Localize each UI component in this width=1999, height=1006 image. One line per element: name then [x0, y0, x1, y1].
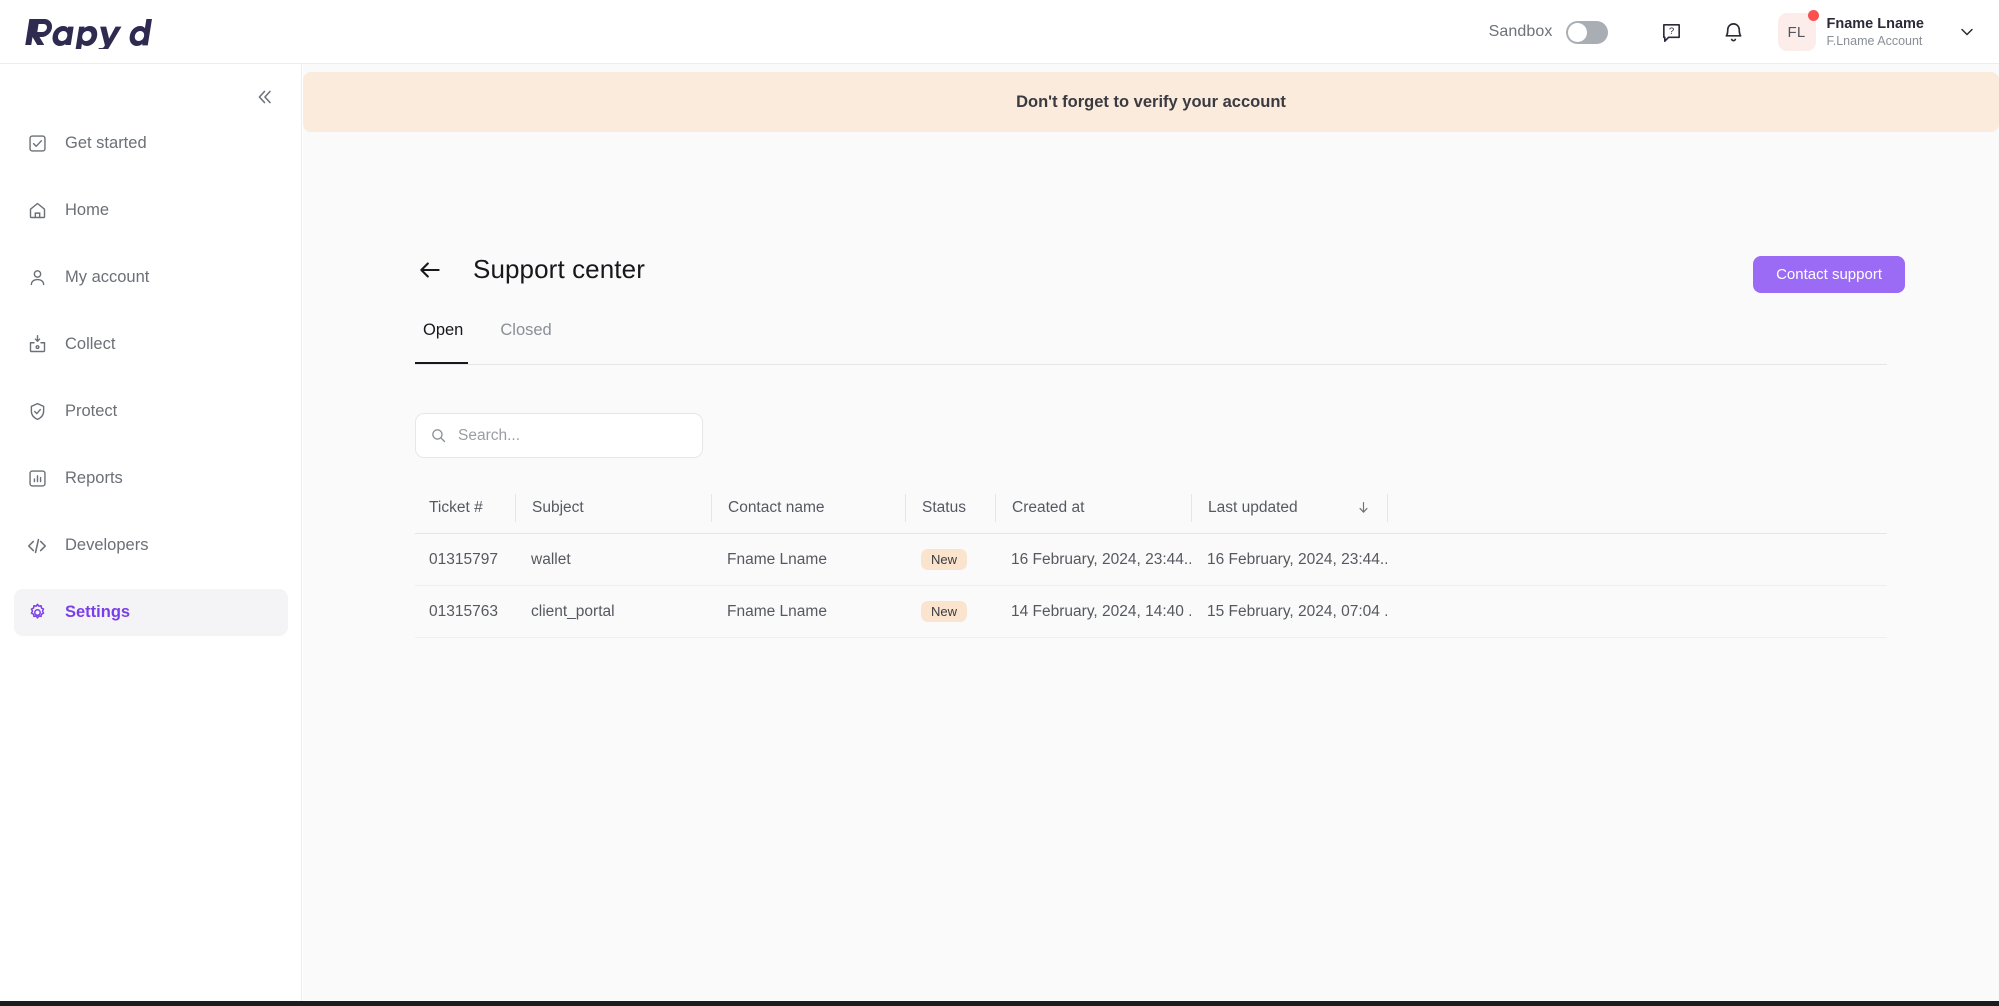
status-badge: New	[921, 601, 967, 622]
table-header-row: Ticket # Subject Contact name Status Cre…	[415, 482, 1887, 534]
sidebar-item-my-account[interactable]: My account	[14, 254, 288, 301]
arrow-down-icon[interactable]	[1356, 500, 1371, 515]
column-header-subject[interactable]: Subject	[515, 494, 711, 522]
main-content: Don't forget to verify your account Supp…	[303, 64, 1999, 1000]
cell-status: New	[905, 601, 995, 622]
notifications-button[interactable]	[1716, 14, 1752, 50]
cell-ticket: 01315763	[415, 603, 515, 621]
status-badge: New	[921, 549, 967, 570]
sidebar-item-label: Protect	[65, 402, 117, 421]
column-header-ticket[interactable]: Ticket #	[415, 494, 515, 522]
person-icon	[26, 267, 48, 289]
sidebar-item-protect[interactable]: Protect	[14, 388, 288, 435]
column-header-last-updated-label: Last updated	[1208, 499, 1298, 517]
sandbox-toggle[interactable]	[1566, 21, 1608, 44]
avatar-wrapper: FL	[1778, 13, 1816, 51]
sidebar-item-developers[interactable]: Developers	[14, 522, 288, 569]
rapyd-logo[interactable]	[18, 15, 158, 49]
sandbox-toggle-group[interactable]: Sandbox	[1489, 21, 1608, 44]
contact-support-button[interactable]: Contact support	[1753, 256, 1905, 293]
search-box[interactable]	[415, 413, 703, 458]
cell-contact-name: Fname Lname	[711, 603, 905, 621]
code-brackets-icon	[26, 535, 48, 557]
search-input[interactable]	[458, 427, 688, 445]
help-button[interactable]: ?	[1654, 14, 1690, 50]
column-header-contact-name[interactable]: Contact name	[711, 494, 905, 522]
bar-chart-icon	[26, 468, 48, 490]
toggle-knob	[1568, 23, 1587, 42]
tab-closed[interactable]: Closed	[482, 318, 570, 364]
cell-contact-name: Fname Lname	[711, 551, 905, 569]
page-header: Support center	[415, 254, 645, 285]
sandbox-label: Sandbox	[1489, 23, 1553, 41]
cell-ticket: 01315797	[415, 551, 515, 569]
profile-name: Fname Lname	[1827, 15, 1925, 33]
banner-text: Don't forget to verify your account	[1016, 93, 1286, 112]
cell-status: New	[905, 549, 995, 570]
tab-open[interactable]: Open	[415, 318, 482, 364]
profile-menu[interactable]: FL Fname Lname F.Lname Account	[1778, 13, 1978, 51]
notification-dot	[1808, 10, 1819, 21]
shield-check-icon	[26, 401, 48, 423]
sidebar-item-settings[interactable]: Settings	[14, 589, 288, 636]
sidebar-nav: Get started Home My ac	[0, 120, 302, 656]
sidebar: Get started Home My ac	[0, 64, 302, 1006]
sidebar-item-label: Collect	[65, 335, 115, 354]
sidebar-item-label: Home	[65, 201, 109, 220]
profile-text: Fname Lname F.Lname Account	[1827, 15, 1925, 50]
search-icon	[430, 427, 447, 444]
cell-created-at: 16 February, 2024, 23:44...	[995, 551, 1191, 569]
sidebar-item-label: Reports	[65, 469, 123, 488]
collect-inbox-icon	[26, 334, 48, 356]
table-row[interactable]: 01315797 wallet Fname Lname New 16 Febru…	[415, 534, 1887, 586]
sidebar-item-home[interactable]: Home	[14, 187, 288, 234]
app-root: Sandbox ? FL	[0, 0, 1999, 1006]
cell-created-at: 14 February, 2024, 14:40 ...	[995, 603, 1191, 621]
top-bar-right: Sandbox ? FL	[1489, 0, 1977, 64]
column-header-last-updated[interactable]: Last updated	[1191, 494, 1387, 522]
top-bar: Sandbox ? FL	[0, 0, 1999, 64]
home-icon	[26, 200, 48, 222]
sidebar-item-collect[interactable]: Collect	[14, 321, 288, 368]
column-header-spacer	[1387, 494, 1887, 522]
ticket-status-tabs: Open Closed	[415, 318, 1887, 365]
column-header-status[interactable]: Status	[905, 494, 995, 522]
sidebar-item-label: Settings	[65, 603, 130, 622]
verify-account-banner: Don't forget to verify your account	[303, 72, 1999, 132]
checkbox-check-icon	[26, 133, 48, 155]
sidebar-item-label: My account	[65, 268, 149, 287]
page-title: Support center	[473, 254, 645, 285]
sidebar-item-reports[interactable]: Reports	[14, 455, 288, 502]
gear-icon	[26, 602, 48, 624]
sidebar-item-label: Get started	[65, 134, 147, 153]
window-bottom-edge	[0, 1001, 1999, 1006]
tickets-table: Ticket # Subject Contact name Status Cre…	[415, 482, 1887, 638]
double-chevron-left-icon[interactable]	[249, 82, 279, 112]
cell-last-updated: 15 February, 2024, 07:04 ...	[1191, 603, 1387, 621]
sidebar-item-label: Developers	[65, 536, 148, 555]
cell-subject: wallet	[515, 551, 711, 569]
table-row[interactable]: 01315763 client_portal Fname Lname New 1…	[415, 586, 1887, 638]
column-header-created-at[interactable]: Created at	[995, 494, 1191, 522]
profile-account: F.Lname Account	[1827, 34, 1925, 50]
support-center-page: Support center Contact support Open Clos…	[303, 132, 1999, 1000]
sidebar-item-get-started[interactable]: Get started	[14, 120, 288, 167]
cell-subject: client_portal	[515, 603, 711, 621]
chevron-down-icon[interactable]	[1957, 22, 1977, 42]
arrow-left-icon[interactable]	[415, 255, 445, 285]
cell-last-updated: 16 February, 2024, 23:44...	[1191, 551, 1387, 569]
svg-text:?: ?	[1669, 25, 1674, 36]
